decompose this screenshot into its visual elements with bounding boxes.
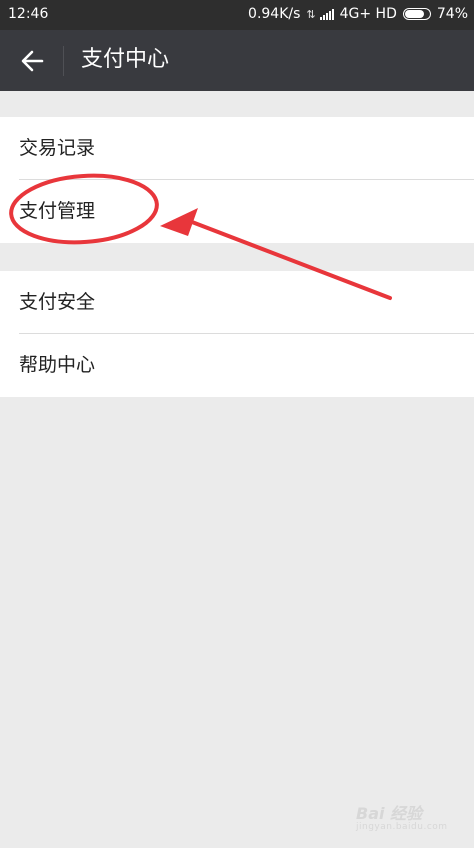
status-bar: 12:46 0.94K/s ⇅ 4G+ HD 74% bbox=[0, 0, 474, 30]
menu-item-transaction-records[interactable]: 交易记录 bbox=[0, 117, 474, 180]
header-divider bbox=[63, 46, 64, 76]
battery-icon bbox=[402, 8, 431, 20]
page-title: 支付中心 bbox=[81, 47, 170, 72]
menu-group-1: 交易记录 支付管理 bbox=[0, 117, 474, 243]
battery-percent: 74% bbox=[436, 6, 468, 22]
menu-item-help-center[interactable]: 帮助中心 bbox=[0, 334, 474, 397]
app-bar: 支付中心 bbox=[0, 30, 474, 91]
baidu-watermark: Bai 经验 jingyan.baidu.com bbox=[356, 800, 448, 832]
status-right: 0.94K/s ⇅ 4G+ HD 74% bbox=[248, 6, 468, 22]
network-type: 4G+ HD bbox=[339, 6, 397, 22]
menu-item-label: 帮助中心 bbox=[19, 354, 96, 376]
menu-item-label: 支付管理 bbox=[19, 200, 96, 222]
menu-item-label: 支付安全 bbox=[19, 291, 96, 313]
watermark-url: jingyan.baidu.com bbox=[356, 822, 448, 832]
menu-item-payment-security[interactable]: 支付安全 bbox=[0, 271, 474, 334]
menu-item-payment-management[interactable]: 支付管理 bbox=[0, 180, 474, 243]
watermark-brand: Bai 经验 bbox=[356, 804, 423, 823]
signal-icon bbox=[319, 8, 334, 20]
status-time: 12:46 bbox=[8, 6, 49, 22]
menu-item-label: 交易记录 bbox=[19, 137, 96, 159]
menu-group-2: 支付安全 帮助中心 bbox=[0, 271, 474, 397]
data-transfer-icon: ⇅ bbox=[306, 7, 315, 21]
back-button[interactable] bbox=[16, 44, 50, 78]
back-arrow-icon bbox=[21, 50, 44, 72]
network-speed: 0.94K/s bbox=[248, 6, 301, 22]
